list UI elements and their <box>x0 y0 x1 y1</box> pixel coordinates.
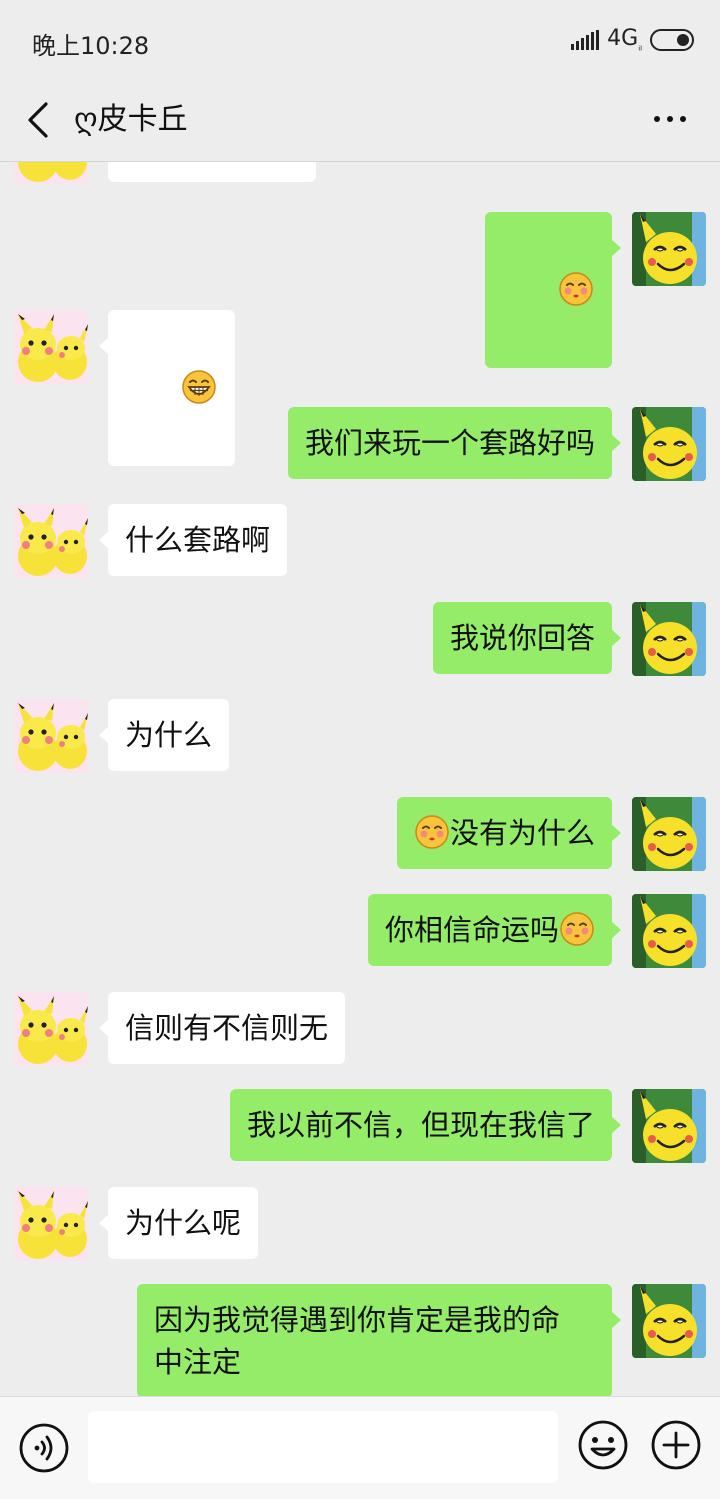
my-avatar[interactable] <box>632 407 706 481</box>
message-bubble[interactable]: 你相信命运吗 <box>367 894 622 966</box>
pikachu-avatar <box>14 504 88 578</box>
more-dots-icon[interactable] <box>650 106 690 132</box>
my-avatar[interactable] <box>632 212 706 286</box>
pikachu-avatar <box>632 894 706 968</box>
chevron-left-icon <box>28 102 48 138</box>
pikachu-avatar <box>632 1284 706 1358</box>
message-bubble[interactable]: 刚刚在洗澡呢 <box>108 162 317 182</box>
battery-icon <box>650 29 694 51</box>
pikachu-avatar <box>14 1187 88 1261</box>
signal-icon <box>571 30 600 50</box>
my-avatar[interactable] <box>632 1089 706 1163</box>
emoji-button[interactable] <box>577 1419 629 1471</box>
my-avatar[interactable] <box>632 1284 706 1358</box>
contact-avatar[interactable] <box>14 992 88 1066</box>
message-bubble[interactable]: 因为我觉得遇到你肯定是我的命 中注定 <box>137 1284 621 1396</box>
voice-button[interactable] <box>18 1422 70 1474</box>
message-bubble[interactable]: 我以前不信，但现在我信了 <box>229 1089 622 1161</box>
grin-emoji-icon <box>181 369 217 405</box>
pikachu-avatar <box>632 407 706 481</box>
contact-avatar[interactable] <box>14 310 88 384</box>
contact-avatar[interactable] <box>14 1187 88 1261</box>
pikachu-avatar <box>14 699 88 773</box>
message-bubble[interactable]: 为什么 <box>98 699 230 771</box>
shy-emoji-icon <box>558 271 594 307</box>
plus-circle-icon <box>651 1420 701 1470</box>
message-bubble[interactable] <box>484 212 622 368</box>
contact-avatar[interactable] <box>14 504 88 578</box>
pikachu-avatar <box>14 162 88 184</box>
status-indicators: 4Gᵢₗ <box>571 26 694 54</box>
smiley-icon <box>578 1420 628 1470</box>
pikachu-avatar <box>14 992 88 1066</box>
back-button[interactable] <box>20 98 60 142</box>
voice-icon <box>19 1423 69 1473</box>
input-bar <box>0 1396 720 1499</box>
chat-title: ღ皮卡丘 <box>74 102 188 137</box>
pikachu-avatar <box>632 212 706 286</box>
message-bubble[interactable]: 信则有不信则无 <box>98 992 346 1064</box>
network-type: 4Gᵢₗ <box>607 26 642 54</box>
message-bubble[interactable]: 为什么呢 <box>98 1187 259 1259</box>
pikachu-avatar <box>632 797 706 871</box>
my-avatar[interactable] <box>632 602 706 676</box>
message-input[interactable] <box>88 1411 558 1483</box>
shy-emoji-icon <box>414 814 450 850</box>
message-text: 没有为什么 <box>449 816 595 850</box>
message-bubble[interactable] <box>98 310 236 466</box>
plus-button[interactable] <box>650 1419 702 1471</box>
status-bar: 晚上10:28 4Gᵢₗ <box>0 0 720 80</box>
chat-header: ღ皮卡丘 <box>0 80 720 162</box>
pikachu-avatar <box>632 1089 706 1163</box>
contact-avatar[interactable] <box>14 162 88 184</box>
shy-emoji-icon <box>559 911 595 947</box>
message-bubble[interactable]: 我说你回答 <box>432 602 622 674</box>
message-bubble[interactable]: 没有为什么 <box>396 797 622 869</box>
my-avatar[interactable] <box>632 894 706 968</box>
message-bubble[interactable]: 我们来玩一个套路好吗 <box>287 407 622 479</box>
message-list[interactable]: 刚刚在洗澡呢 <box>0 162 720 1396</box>
pikachu-avatar <box>632 602 706 676</box>
status-time: 晚上10:28 <box>32 32 150 60</box>
pikachu-avatar <box>14 310 88 384</box>
my-avatar[interactable] <box>632 797 706 871</box>
message-bubble[interactable]: 什么套路啊 <box>98 504 288 576</box>
message-text: 你相信命运吗 <box>384 913 559 947</box>
contact-avatar[interactable] <box>14 699 88 773</box>
